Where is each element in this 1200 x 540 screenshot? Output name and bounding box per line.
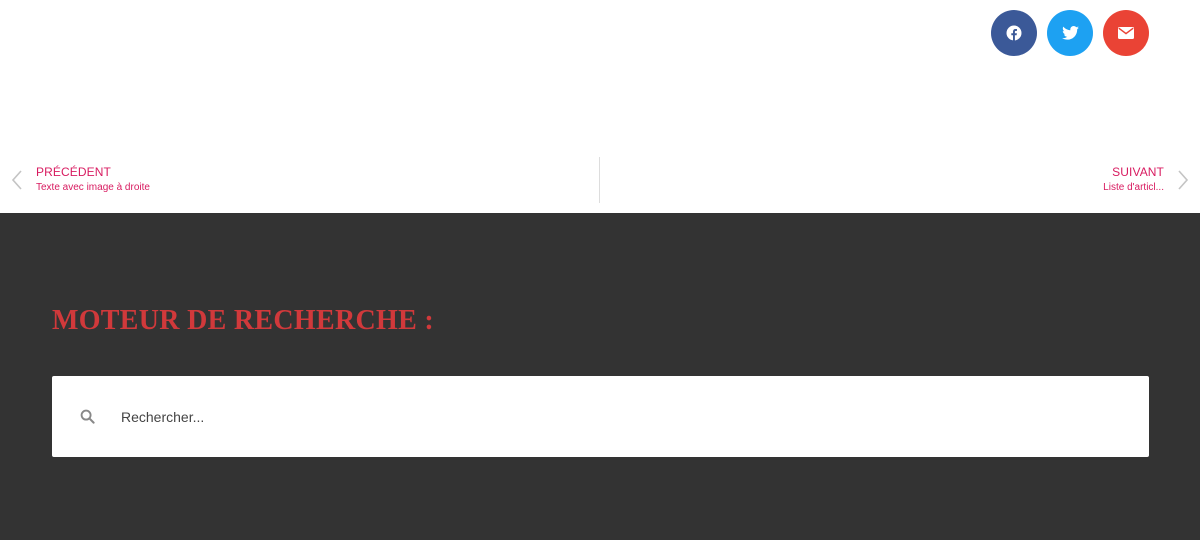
- email-share-button[interactable]: [1103, 10, 1149, 56]
- previous-post-link[interactable]: PRÉCÉDENT Texte avec image à droite: [8, 163, 150, 197]
- chevron-left-icon: [8, 163, 26, 197]
- next-post-link[interactable]: SUIVANT Liste d'articl...: [1103, 163, 1192, 197]
- previous-post-text: PRÉCÉDENT Texte avec image à droite: [36, 164, 150, 196]
- next-label: SUIVANT: [1112, 165, 1164, 179]
- previous-post-title: Texte avec image à droite: [36, 182, 150, 193]
- search-form: [52, 376, 1149, 457]
- next-post-text: SUIVANT Liste d'articl...: [1103, 164, 1164, 196]
- search-icon[interactable]: [77, 407, 97, 427]
- twitter-share-button[interactable]: [1047, 10, 1093, 56]
- twitter-icon: [1061, 26, 1079, 40]
- footer-search-section: MOTEUR DE RECHERCHE :: [0, 213, 1200, 540]
- search-input[interactable]: [121, 396, 1101, 437]
- chevron-right-icon: [1174, 163, 1192, 197]
- share-buttons: [991, 10, 1149, 56]
- post-navigation: PRÉCÉDENT Texte avec image à droite SUIV…: [0, 157, 1200, 203]
- search-heading: MOTEUR DE RECHERCHE :: [52, 305, 434, 336]
- nav-divider: [599, 157, 600, 203]
- page: PRÉCÉDENT Texte avec image à droite SUIV…: [0, 0, 1200, 540]
- facebook-icon: [1006, 25, 1022, 41]
- facebook-share-button[interactable]: [991, 10, 1037, 56]
- previous-label: PRÉCÉDENT: [36, 165, 111, 179]
- next-post-title: Liste d'articl...: [1103, 182, 1164, 193]
- envelope-icon: [1118, 27, 1134, 39]
